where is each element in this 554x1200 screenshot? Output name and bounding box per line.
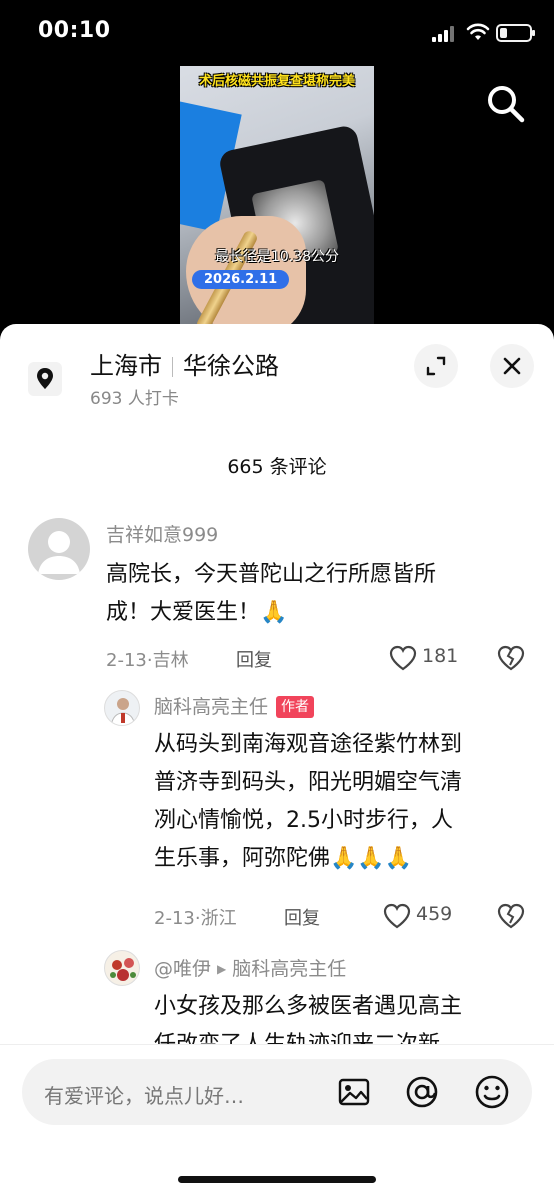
video-player[interactable]: 术后核磁共振复查堪称完美 最长径是10.38公分 2026.2.11 bbox=[180, 66, 374, 328]
location-pin-icon bbox=[28, 362, 62, 396]
dislike-broken-heart-icon[interactable] bbox=[496, 902, 526, 930]
comment-username[interactable]: 吉祥如意999 bbox=[106, 520, 218, 547]
signal-icon bbox=[432, 26, 458, 42]
image-picker-icon[interactable] bbox=[334, 1072, 374, 1112]
author-badge: 作者 bbox=[276, 696, 315, 718]
battery-icon bbox=[496, 24, 535, 42]
location-road: 华徐公路 bbox=[183, 352, 279, 380]
like-count: 459 bbox=[416, 903, 453, 925]
search-icon[interactable] bbox=[484, 82, 528, 126]
like-count: 181 bbox=[422, 645, 459, 667]
like-heart-icon[interactable] bbox=[388, 644, 418, 672]
comment-input[interactable]: 有爱评论，说点儿好… bbox=[22, 1059, 532, 1125]
comment-text: 小女孩及那么多被医者遇见高主 任改变了人生轨迹迎来二次新 bbox=[154, 988, 462, 1044]
location-title[interactable]: 上海市 华徐公路 bbox=[90, 346, 279, 381]
expand-icon bbox=[426, 356, 446, 376]
comment-meta: 2-13·吉林 bbox=[106, 650, 189, 671]
comment-input-placeholder: 有爱评论，说点儿好… bbox=[44, 1084, 244, 1108]
mention-icon[interactable] bbox=[402, 1072, 442, 1112]
checkin-count: 693 人打卡 bbox=[90, 389, 179, 409]
avatar[interactable] bbox=[104, 950, 140, 986]
close-button[interactable] bbox=[490, 344, 534, 388]
status-bar: 00:10 bbox=[0, 0, 554, 66]
video-subtitle: 最长径是10.38公分 bbox=[214, 249, 340, 265]
comment-username[interactable]: @唯伊 ▶ 脑科高亮主任 bbox=[154, 954, 346, 981]
avatar[interactable] bbox=[28, 518, 90, 580]
comment-text-line: 生乐事，阿弥陀佛🙏🙏🙏 bbox=[154, 846, 413, 871]
location-city: 上海市 bbox=[90, 352, 162, 380]
comment-text-line: 冽心情愉悦，2.5小时步行，人 bbox=[154, 808, 453, 833]
comment-text-line: 任改变了人生轨迹迎来二次新 bbox=[154, 1026, 462, 1044]
comment-meta: 2-13·浙江 bbox=[154, 908, 237, 929]
home-indicator[interactable] bbox=[178, 1176, 376, 1183]
wifi-icon bbox=[466, 23, 490, 40]
expand-button[interactable] bbox=[414, 344, 458, 388]
emoji-icon[interactable] bbox=[472, 1072, 512, 1112]
avatar[interactable] bbox=[104, 690, 140, 726]
reply-button[interactable]: 回复 bbox=[236, 646, 272, 672]
doctor-avatar-icon bbox=[110, 698, 136, 725]
reply-to-username[interactable]: 脑科高亮主任 bbox=[232, 958, 346, 980]
comment-list[interactable]: 吉祥如意999 高院长，今天普陀山之行所愿皆所 成！大爱医生！🙏 2-13·吉林… bbox=[0, 514, 554, 1044]
username-text: @唯伊 bbox=[154, 958, 212, 980]
comment-text-line: 成！大爱医生！🙏 bbox=[106, 600, 288, 625]
default-avatar-icon bbox=[38, 531, 80, 574]
comment-username[interactable]: 脑科高亮主任 作者 bbox=[154, 692, 315, 719]
location-divider bbox=[172, 357, 173, 377]
video-caption: 术后核磁共振复查堪称完美 bbox=[198, 74, 355, 89]
reply-button[interactable]: 回复 bbox=[284, 904, 320, 930]
close-icon bbox=[503, 357, 521, 375]
comment-sheet: 上海市 华徐公路 693 人打卡 665 条评论 吉祥如意999 高院长，今天普陀… bbox=[0, 324, 554, 1200]
dislike-broken-heart-icon[interactable] bbox=[496, 644, 526, 672]
username-text: 脑科高亮主任 bbox=[154, 696, 269, 718]
comment-text-line: 小女孩及那么多被医者遇见高主 bbox=[154, 994, 463, 1019]
comment-text: 从码头到南海观音途径紫竹林到 普济寺到码头，阳光明媚空气清 冽心情愉悦，2.5小… bbox=[154, 726, 462, 878]
comment-text: 高院长，今天普陀山之行所愿皆所 成！大爱医生！🙏 bbox=[106, 556, 436, 632]
flower-avatar-icon bbox=[110, 958, 136, 981]
like-heart-icon[interactable] bbox=[382, 902, 412, 930]
comment-text-line: 从码头到南海观音途径紫竹林到 bbox=[154, 732, 463, 757]
comment-text-line: 高院长，今天普陀山之行所愿皆所 bbox=[106, 562, 437, 587]
comment-count-header: 665 条评论 bbox=[227, 456, 327, 478]
reply-arrow-icon: ▶ bbox=[217, 962, 227, 976]
status-time: 00:10 bbox=[38, 18, 111, 43]
comment-text-line: 普济寺到码头，阳光明媚空气清 bbox=[154, 770, 463, 795]
video-date-badge: 2026.2.11 bbox=[192, 270, 290, 289]
